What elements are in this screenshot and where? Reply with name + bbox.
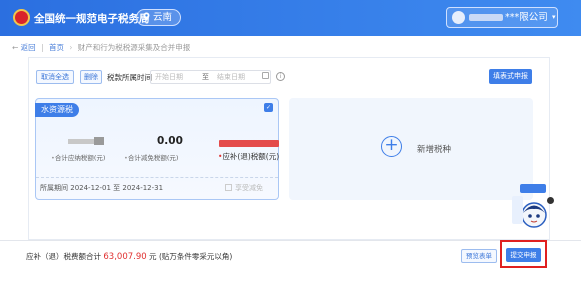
date-range-picker[interactable]: 开始日期 至 结束日期 [150, 70, 271, 84]
region-name: 云南 [153, 12, 173, 23]
range-separator: 至 [202, 73, 209, 81]
tax-reduction-label: •合计减免税额(元) [124, 154, 179, 162]
home-link[interactable]: 首页 [49, 43, 64, 52]
back-link[interactable]: 返回 [21, 43, 36, 52]
info-icon[interactable]: i [276, 72, 285, 81]
total-summary: 应补（退）税费额合计 63,007.90 元 (贴万条件零采元以角) [26, 252, 233, 262]
card-divider [36, 177, 278, 178]
cancel-select-all-button[interactable]: 取消全选 [36, 70, 74, 84]
company-name-redacted [469, 14, 503, 21]
total-amount: 63,007.90 [103, 252, 147, 262]
location-pin-icon [143, 12, 150, 21]
redaction-mark [94, 137, 104, 145]
tax-emblem-icon [13, 9, 30, 26]
company-switcher[interactable]: ***限公司 ▾ [446, 7, 558, 28]
app-title: 全国统一规范电子税务局 [34, 13, 150, 25]
guided-filing-button[interactable]: 填表式申报 [489, 69, 532, 84]
add-tax-label[interactable]: 新增税种 [417, 143, 451, 155]
calendar-icon[interactable] [262, 72, 269, 79]
add-tax-card[interactable] [289, 98, 533, 200]
user-avatar-icon [452, 11, 465, 24]
checkbox-icon [225, 184, 232, 191]
preview-form-button[interactable]: 预览表单 [461, 249, 497, 263]
refund-value-redacted [219, 140, 279, 147]
period-range: 所属期间 2024-12-01 至 2024-12-31 [40, 184, 164, 192]
chevron-down-icon: ▾ [552, 13, 556, 21]
breadcrumb: ← 返回 | 首页 › 财产和行为税税源采集及合并申报 [12, 43, 191, 52]
reduction-checkbox[interactable]: 享受减免 [225, 183, 263, 193]
tax-name-tag: 水资源税 [35, 103, 79, 117]
tax-reduction-value: 0.00 [157, 135, 183, 147]
end-date-input[interactable]: 结束日期 [217, 71, 245, 83]
tax-payable-label: •合计应纳税额(元) [51, 154, 106, 162]
start-date-input[interactable]: 开始日期 [155, 71, 183, 83]
company-name: ***限公司 [505, 12, 548, 23]
card-checkbox[interactable]: ✓ [264, 103, 273, 112]
plus-icon[interactable]: + [381, 136, 402, 157]
tax-period-label: 税款所属时间 [107, 73, 152, 82]
refund-label: •应补(退)税额(元) [218, 152, 280, 161]
close-icon[interactable] [547, 197, 554, 204]
submit-button[interactable]: 提交申报 [506, 248, 541, 262]
current-page: 财产和行为税税源采集及合并申报 [77, 43, 191, 52]
region-selector[interactable]: 云南 [136, 9, 182, 26]
delete-button[interactable]: 删除 [80, 70, 102, 84]
assistant-bubble[interactable] [520, 184, 546, 193]
back-arrow-icon[interactable]: ← [12, 43, 21, 52]
